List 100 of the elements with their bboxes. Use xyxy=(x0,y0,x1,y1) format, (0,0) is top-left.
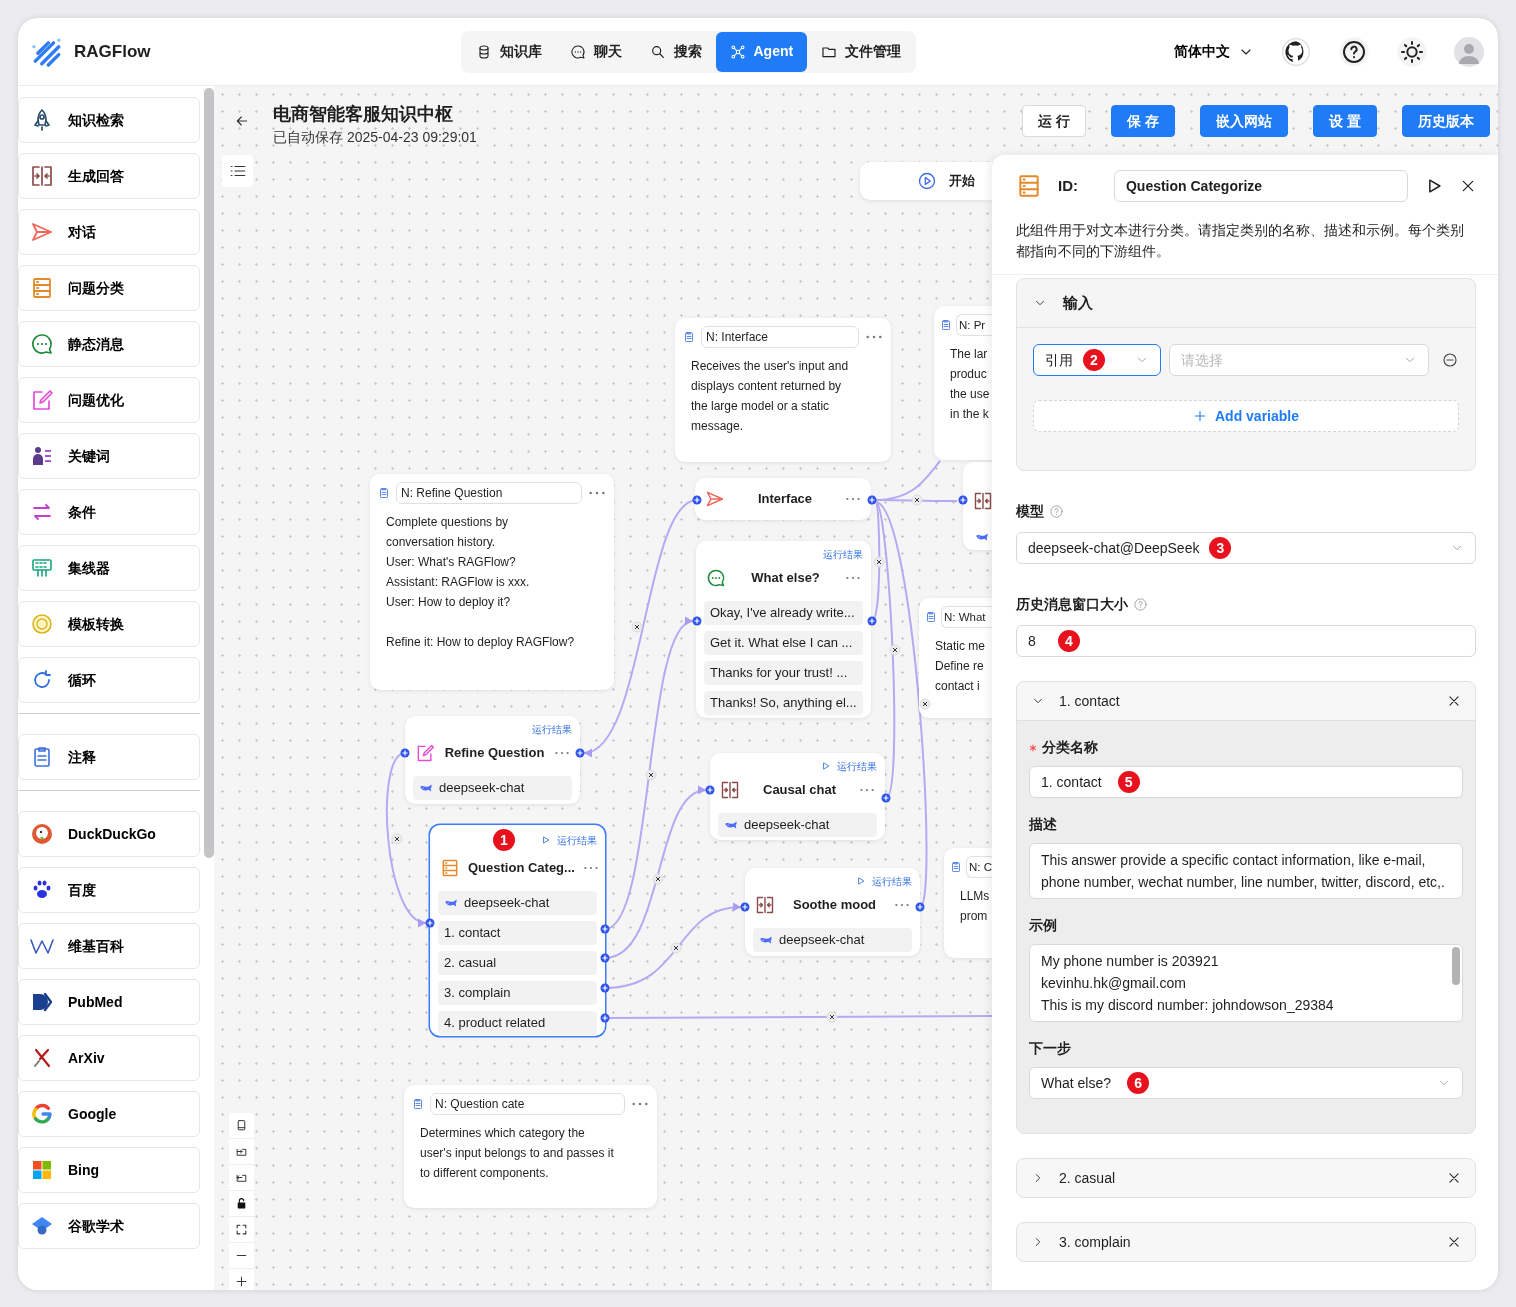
zoom-in-button[interactable] xyxy=(229,1269,254,1290)
component-item[interactable]: 循环 xyxy=(18,657,200,703)
component-item[interactable]: Bing xyxy=(18,1147,200,1193)
nav-tab[interactable]: Agent xyxy=(715,31,808,72)
more-icon[interactable] xyxy=(865,334,883,340)
fit-view-button[interactable] xyxy=(229,1217,254,1243)
tablet-button[interactable] xyxy=(229,1113,254,1139)
nav-tab[interactable]: 聊天 xyxy=(555,31,636,72)
component-item[interactable]: 静态消息 xyxy=(18,321,200,367)
component-item[interactable]: 模板转换 xyxy=(18,601,200,647)
next-step-select[interactable]: What else? 6 xyxy=(1029,1067,1463,1099)
action-button[interactable]: 嵌入网站 xyxy=(1200,105,1289,137)
note-card[interactable]: N: Question cate Determines which category the user's input belongs to and passes it to different components. xyxy=(404,1085,657,1208)
edge-delete-icon[interactable] xyxy=(652,873,664,885)
close-icon[interactable] xyxy=(1447,1171,1461,1185)
connection-handle[interactable] xyxy=(915,902,925,912)
history-size-field[interactable]: 8 4 xyxy=(1016,625,1476,657)
connection-handle[interactable] xyxy=(600,1013,610,1023)
edge-delete-icon[interactable] xyxy=(911,494,923,506)
more-icon[interactable] xyxy=(845,575,861,581)
connection-handle[interactable] xyxy=(692,495,702,505)
component-item[interactable]: 百度 xyxy=(18,867,200,913)
nav-tab[interactable]: 文件管理 xyxy=(807,31,916,72)
component-item[interactable]: 集线器 xyxy=(18,545,200,591)
component-item[interactable]: 知识检索 xyxy=(18,97,200,143)
play-icon[interactable] xyxy=(856,876,866,886)
edge-delete-icon[interactable] xyxy=(645,769,657,781)
action-button[interactable]: 运 行 xyxy=(1022,105,1087,137)
close-icon[interactable] xyxy=(1447,1235,1461,1249)
generate-node[interactable]: 运行结果 Soothe mood deepseek-chat xyxy=(745,868,920,956)
play-icon[interactable] xyxy=(821,761,831,771)
sun-icon[interactable] xyxy=(1396,35,1428,68)
flow-node[interactable] xyxy=(963,462,992,550)
component-item[interactable]: 谷歌学术 xyxy=(18,1203,200,1249)
edge-delete-icon[interactable] xyxy=(873,556,885,568)
export-button[interactable] xyxy=(229,1139,254,1165)
component-item[interactable]: 问题分类 xyxy=(18,265,200,311)
connection-handle[interactable] xyxy=(867,495,877,505)
note-card[interactable]: N: C LLMs prom xyxy=(944,848,992,958)
component-item[interactable]: 关键词 xyxy=(18,433,200,479)
edge-delete-icon[interactable] xyxy=(670,942,682,954)
import-button[interactable] xyxy=(229,1165,254,1191)
component-item[interactable]: 注释 xyxy=(18,734,200,780)
round-logo-icon[interactable] xyxy=(1280,35,1312,68)
outline-button[interactable] xyxy=(222,155,253,187)
run-result-link[interactable]: 运行结果 xyxy=(557,832,597,848)
component-item[interactable]: 问题优化 xyxy=(18,377,200,423)
more-icon[interactable] xyxy=(859,787,875,793)
component-item[interactable]: ArXiv xyxy=(18,1035,200,1081)
remove-icon[interactable] xyxy=(1441,351,1459,369)
component-item[interactable]: 生成回答 xyxy=(18,153,200,199)
note-title-field[interactable]: N: Question cate xyxy=(430,1093,625,1115)
connection-handle[interactable] xyxy=(705,785,715,795)
connection-handle[interactable] xyxy=(400,748,410,758)
edge-delete-icon[interactable] xyxy=(391,833,403,845)
run-result-link[interactable]: 运行结果 xyxy=(532,721,572,737)
connection-handle[interactable] xyxy=(958,495,968,505)
component-item[interactable]: PubMed xyxy=(18,979,200,1025)
note-title-field[interactable]: N: Refine Question xyxy=(396,482,582,504)
help-icon[interactable] xyxy=(1338,35,1370,68)
edge-delete-icon[interactable] xyxy=(919,698,931,710)
category-name-field[interactable]: 1. contact 5 xyxy=(1029,766,1463,798)
id-field[interactable]: Question Categorize xyxy=(1113,170,1408,202)
category-header[interactable]: 2. casual xyxy=(1017,1159,1475,1197)
connection-handle[interactable] xyxy=(740,902,750,912)
more-icon[interactable] xyxy=(894,902,910,908)
message-node[interactable]: 运行结果 What else? Okay, I've already write... Get it. What else I can ... Thanks for your trust! ... Thanks! So, anything el... xyxy=(696,541,871,718)
connection-handle[interactable] xyxy=(600,953,610,963)
note-card[interactable]: N: Interface Receives the user's input and displays content returned by the large model or a static message. xyxy=(675,318,891,462)
connection-handle[interactable] xyxy=(600,924,610,934)
note-card[interactable]: N: What Static me Define re contact i xyxy=(919,598,992,718)
model-select[interactable]: deepseek-chat@DeepSeek 3 xyxy=(1016,532,1476,564)
note-card[interactable]: N: Refine Question Complete questions by conversation history. User: What's RAGFlow? Assistant: RAGFlow is xxx. User: How to deploy it? Refine it: How to deploy RAGFlow? xyxy=(370,474,614,690)
note-card[interactable]: N: Pr The lar produc the use in the k xyxy=(934,306,992,460)
connection-handle[interactable] xyxy=(575,748,585,758)
edge-delete-icon[interactable] xyxy=(889,644,901,656)
begin-node[interactable]: 开始 xyxy=(860,162,992,200)
note-title-field[interactable]: N: Interface xyxy=(701,326,859,348)
categorize-node[interactable]: 1 运行结果 Question Categ... deepseek-chat 1. contact 2. casual 3. complain 4. product related xyxy=(430,825,605,1036)
connection-handle[interactable] xyxy=(425,918,435,928)
category-header[interactable]: 3. complain xyxy=(1017,1223,1475,1261)
more-icon[interactable] xyxy=(631,1101,649,1107)
nav-tab[interactable]: 知识库 xyxy=(461,31,556,72)
reference-select[interactable]: 引用 2 xyxy=(1033,344,1161,376)
lock-button[interactable] xyxy=(229,1191,254,1217)
action-button[interactable]: 设 置 xyxy=(1313,105,1377,137)
run-result-link[interactable]: 运行结果 xyxy=(823,546,863,562)
connection-handle[interactable] xyxy=(867,616,877,626)
run-result-link[interactable]: 运行结果 xyxy=(837,758,877,774)
add-variable-button[interactable]: Add variable xyxy=(1033,400,1459,432)
action-button[interactable]: 保 存 xyxy=(1111,105,1176,137)
component-item[interactable]: 对话 xyxy=(18,209,200,255)
run-result-link[interactable]: 运行结果 xyxy=(872,873,912,889)
connection-handle[interactable] xyxy=(881,793,891,803)
edge-delete-icon[interactable] xyxy=(826,1011,838,1023)
description-field[interactable]: This answer provide a specific contact information, like e-mail, phone number, wechat number, line number, twitter, discord, etc,. xyxy=(1029,843,1463,899)
play-icon[interactable] xyxy=(541,835,551,845)
rewrite-node[interactable]: 运行结果 Refine Question deepseek-chat xyxy=(405,716,580,804)
category-header[interactable]: 1. contact xyxy=(1017,682,1475,720)
component-item[interactable]: 条件 xyxy=(18,489,200,535)
